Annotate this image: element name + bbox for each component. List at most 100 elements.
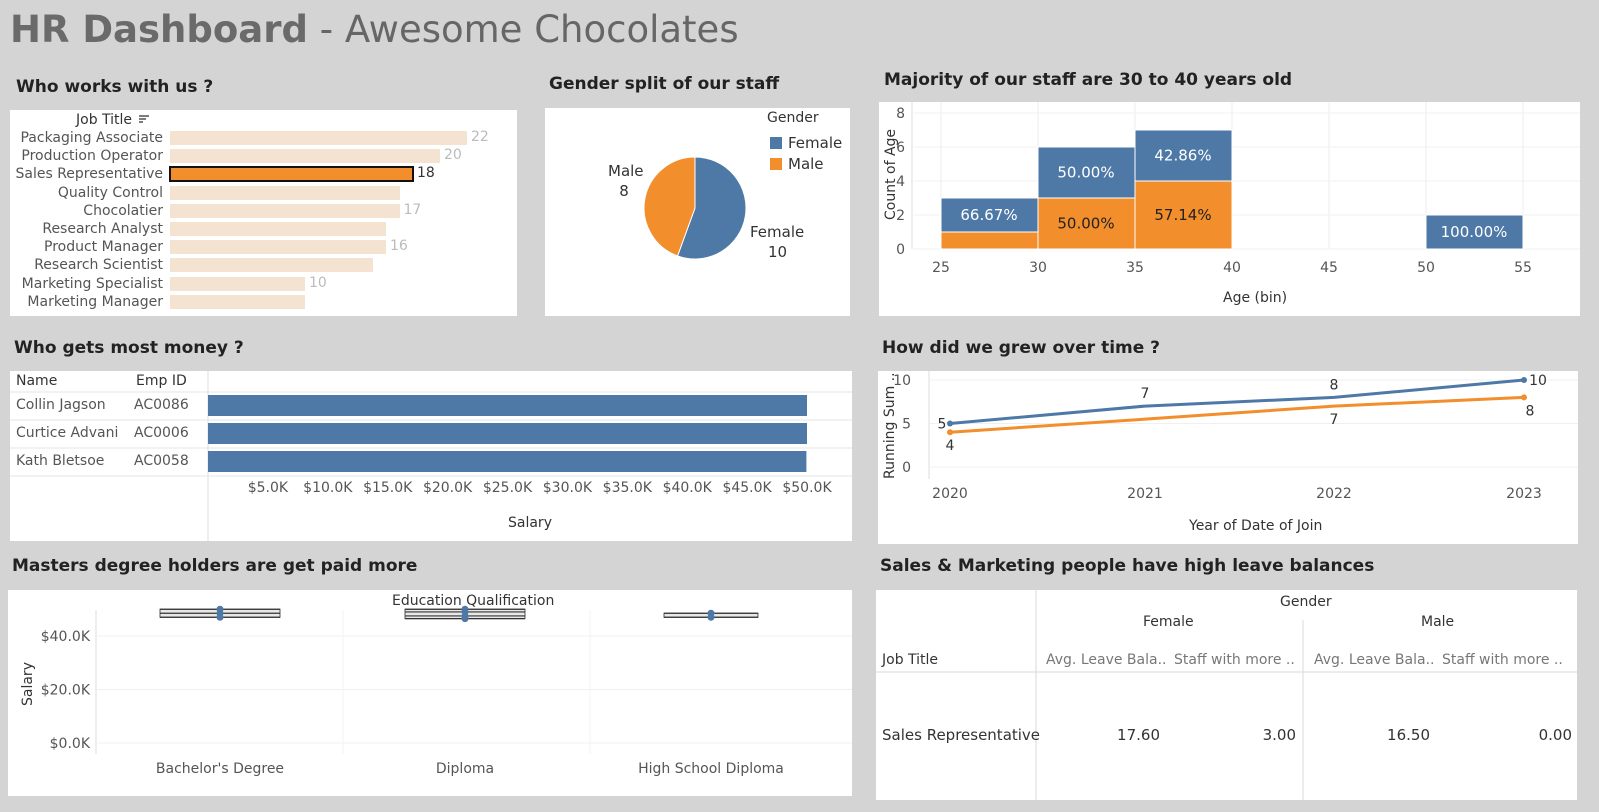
salary-x-tick: $25.0K xyxy=(483,480,533,496)
leave-value-staff-male: 0.00 xyxy=(1538,726,1572,744)
growth-y-tick: 5 xyxy=(902,417,911,433)
job-bar-value: 17 xyxy=(403,201,422,218)
growth-x-tick: 2020 xyxy=(932,486,968,502)
job-bar[interactable] xyxy=(170,131,467,145)
job-title-label[interactable]: Chocolatier xyxy=(10,203,163,219)
job-title-label[interactable]: Research Scientist xyxy=(10,257,163,273)
gender-legend: Female Male xyxy=(770,132,842,174)
age-y-tick: 0 xyxy=(896,242,905,258)
employee-id[interactable]: AC0058 xyxy=(134,453,189,469)
growth-point xyxy=(947,420,953,427)
col-header-name[interactable]: Name xyxy=(16,373,57,389)
job-bar[interactable] xyxy=(170,258,373,273)
money-title: Who gets most money ? xyxy=(14,338,244,358)
employee-id[interactable]: AC0006 xyxy=(134,425,189,441)
legend-swatch-male xyxy=(770,157,782,170)
age-y-tick: 4 xyxy=(896,174,905,190)
masters-scatter-chart: $0.0K $20.0K $40.0K Bachelor's Degree Diplom… xyxy=(41,605,852,777)
pie-label-female: Female 10 xyxy=(750,223,804,261)
job-bar-value: 22 xyxy=(471,129,489,145)
leave-col-staff-male[interactable]: Staff with more .. xyxy=(1442,652,1563,668)
growth-point xyxy=(1521,394,1527,401)
age-bar-label: 57.14% xyxy=(1154,206,1211,224)
leave-title: Sales & Marketing people have high leave… xyxy=(880,556,1375,576)
leave-col-avg-female[interactable]: Avg. Leave Bala.. xyxy=(1046,652,1166,668)
col-header-emp-id[interactable]: Emp ID xyxy=(136,373,187,389)
growth-title: How did we grew over time ? xyxy=(882,338,1161,358)
job-title-label[interactable]: Quality Control xyxy=(10,185,163,201)
masters-point xyxy=(216,613,224,621)
masters-x-tick: Diploma xyxy=(436,761,494,777)
growth-point-label: 8 xyxy=(1330,377,1339,393)
dashboard-title: HR Dashboard - Awesome Chocolates xyxy=(10,8,739,51)
employee-name[interactable]: Curtice Advani xyxy=(16,425,118,441)
job-bar-selected[interactable] xyxy=(169,166,414,183)
leave-table-lines xyxy=(876,590,1577,800)
age-x-tick: 25 xyxy=(932,260,950,276)
age-x-tick: 55 xyxy=(1514,260,1532,276)
pie-label-male-value: 8 xyxy=(619,182,629,200)
growth-x-tick: 2022 xyxy=(1316,486,1352,502)
job-bar[interactable] xyxy=(170,149,440,164)
leave-row-label[interactable]: Sales Representative xyxy=(882,726,1040,744)
job-title-label[interactable]: Sales Representative xyxy=(10,166,164,182)
job-bar-value: 18 xyxy=(417,165,435,182)
leave-female-header: Female xyxy=(1143,614,1194,630)
age-x-tick: 45 xyxy=(1320,260,1338,276)
gender-split-title: Gender split of our staff xyxy=(549,74,780,94)
legend-label-female: Female xyxy=(788,133,843,152)
job-title-label[interactable]: Research Analyst xyxy=(10,221,163,237)
salary-x-tick: $15.0K xyxy=(363,480,413,496)
age-y-tick: 8 xyxy=(896,106,905,122)
leave-col-avg-male[interactable]: Avg. Leave Bala.. xyxy=(1314,652,1434,668)
employee-name[interactable]: Kath Bletsoe xyxy=(16,453,104,469)
leave-male-header: Male xyxy=(1421,614,1455,630)
who-works-title: Who works with us ? xyxy=(16,77,214,97)
age-chart-title: Majority of our staff are 30 to 40 years… xyxy=(884,70,1293,90)
leave-value-staff-female: 3.00 xyxy=(1262,726,1296,744)
salary-x-tick: $50.0K xyxy=(782,480,832,496)
sort-icon[interactable] xyxy=(138,112,149,128)
job-bar[interactable] xyxy=(170,222,386,236)
job-bar[interactable] xyxy=(170,276,305,291)
growth-point-label: 7 xyxy=(1330,412,1339,428)
masters-x-tick: High School Diploma xyxy=(638,761,784,777)
job-bar[interactable] xyxy=(170,294,305,309)
age-x-tick: 30 xyxy=(1029,260,1047,276)
leave-table: Gender Female Male Job Title Avg. Leave … xyxy=(876,590,1577,800)
job-bar[interactable] xyxy=(170,240,386,255)
salary-bar xyxy=(208,451,807,472)
legend-item-male[interactable]: Male xyxy=(770,153,842,174)
job-title-label[interactable]: Marketing Specialist xyxy=(10,276,163,292)
legend-item-female[interactable]: Female xyxy=(770,132,842,153)
employee-id[interactable]: AC0086 xyxy=(134,397,189,413)
job-title-label[interactable]: Production Operator xyxy=(10,148,163,164)
job-title-header-label: Job Title xyxy=(76,112,133,128)
masters-chart-panel: Education Qualification Salary $0.0K $20.… xyxy=(8,590,852,796)
salary-x-tick: $45.0K xyxy=(722,480,772,496)
pie-label-female-value: 10 xyxy=(768,243,788,261)
leave-col-staff-female[interactable]: Staff with more .. xyxy=(1174,652,1295,668)
salary-x-tick: $5.0K xyxy=(248,480,289,496)
job-title-chart: Job Title Packaging Associate 22 Productio… xyxy=(10,110,517,316)
job-title-header[interactable]: Job Title xyxy=(76,112,149,128)
salary-xlabel: Salary xyxy=(508,515,552,531)
job-bar[interactable] xyxy=(170,203,400,218)
employee-name[interactable]: Collin Jagson xyxy=(16,397,106,413)
job-title-label[interactable]: Marketing Manager xyxy=(10,294,163,310)
age-y-tick: 6 xyxy=(896,140,905,156)
job-title-label[interactable]: Product Manager xyxy=(10,239,163,255)
job-bar[interactable] xyxy=(170,185,400,200)
masters-y-tick: $40.0K xyxy=(41,629,91,645)
leave-row-header[interactable]: Job Title xyxy=(882,652,938,668)
age-bar-label: 50.00% xyxy=(1057,164,1114,182)
growth-x-tick: 2023 xyxy=(1506,486,1542,502)
job-bar-value: 20 xyxy=(444,147,462,164)
masters-x-tick: Bachelor's Degree xyxy=(156,761,284,777)
growth-y-tick: 0 xyxy=(902,460,911,476)
age-bar-male xyxy=(940,231,1039,250)
masters-point xyxy=(707,613,715,621)
leave-value-avg-female: 17.60 xyxy=(1117,726,1160,744)
job-title-label[interactable]: Packaging Associate xyxy=(10,130,163,146)
salary-x-tick: $10.0K xyxy=(303,480,353,496)
